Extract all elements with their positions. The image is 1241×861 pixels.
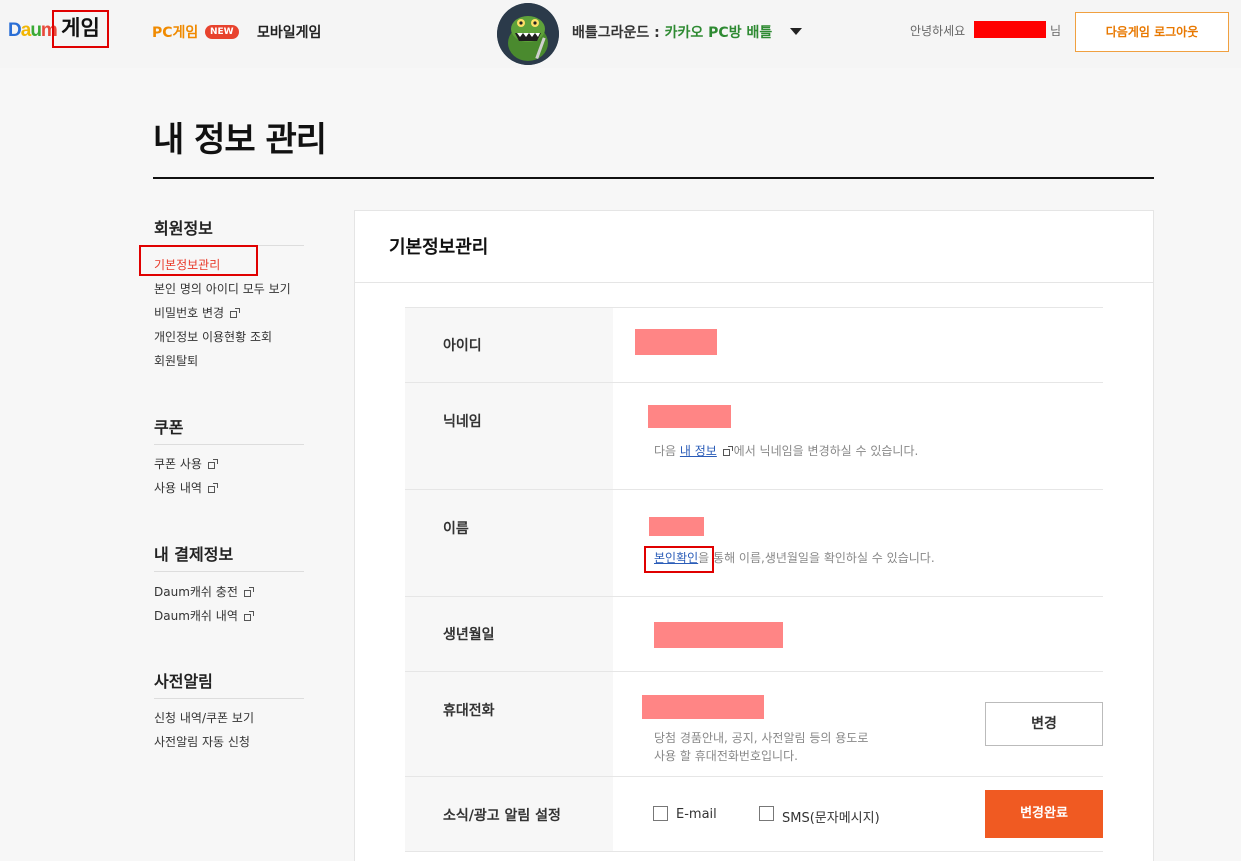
label-name: 이름 — [443, 521, 469, 537]
sidebar-item-cash-history[interactable]: Daum캐쉬 내역 — [154, 607, 254, 624]
label-notify: 소식/광고 알림 설정 — [443, 808, 561, 824]
sidebar-item-coupon-history[interactable]: 사용 내역 — [154, 479, 218, 496]
redacted-phone — [642, 695, 764, 719]
redacted-name — [649, 517, 704, 536]
sidebar-heading-member: 회원정보 — [154, 219, 213, 238]
external-link-icon — [243, 611, 254, 621]
label-nickname: 닉네임 — [443, 414, 482, 430]
row-divider — [405, 851, 1103, 852]
highlight-box — [644, 546, 714, 573]
row-divider — [405, 671, 1103, 672]
daum-logo[interactable]: Daum — [8, 20, 58, 42]
email-checkbox[interactable] — [653, 806, 668, 821]
sidebar-item-cash-charge[interactable]: Daum캐쉬 충전 — [154, 583, 254, 600]
sidebar-item-prereg-auto[interactable]: 사전알림 자동 신청 — [154, 733, 250, 750]
row-divider — [405, 596, 1103, 597]
chevron-down-icon[interactable] — [790, 28, 802, 35]
row-divider — [405, 307, 1103, 308]
panel-divider — [355, 282, 1153, 283]
page-title: 내 정보 관리 — [153, 120, 327, 160]
nav-pc-games[interactable]: PC게임 — [152, 22, 198, 42]
sidebar-heading-payment: 내 결제정보 — [154, 545, 234, 564]
label-id: 아이디 — [443, 338, 482, 354]
phone-hint-line2: 사용 할 휴대전화번호입니다. — [654, 749, 798, 763]
sidebar-item-password[interactable]: 비밀번호 변경 — [154, 304, 241, 321]
redacted-nickname — [648, 405, 731, 428]
nickname-hint: 다음 내 정보 에서 닉네임을 변경하실 수 있습니다. — [654, 444, 919, 458]
row-divider — [405, 382, 1103, 383]
label-phone: 휴대전화 — [443, 703, 495, 719]
external-link-icon — [207, 483, 218, 493]
logout-button[interactable]: 다음게임 로그아웃 — [1075, 12, 1229, 52]
label-column-bg — [405, 307, 613, 851]
sidebar-divider — [154, 698, 304, 699]
sidebar-item-withdraw[interactable]: 회원탈퇴 — [154, 352, 198, 369]
external-link-icon — [207, 459, 218, 469]
change-phone-button[interactable]: 변경 — [985, 702, 1103, 746]
label-birth: 생년월일 — [443, 627, 495, 643]
sidebar-item-prereg-history[interactable]: 신청 내역/쿠폰 보기 — [154, 709, 254, 726]
redacted-username — [974, 21, 1046, 38]
highlight-box — [139, 245, 258, 276]
external-link-icon — [722, 446, 733, 456]
row-divider — [405, 776, 1103, 777]
nav-mobile-games[interactable]: 모바일게임 — [257, 22, 321, 42]
sidebar-heading-prereg: 사전알림 — [154, 672, 213, 691]
sidebar-item-privacy-usage[interactable]: 개인정보 이용현황 조회 — [154, 328, 272, 345]
title-divider — [153, 177, 1154, 179]
submit-button[interactable]: 변경완료 — [985, 790, 1103, 838]
external-link-icon — [243, 587, 254, 597]
sms-checkbox[interactable] — [759, 806, 774, 821]
current-game-name[interactable]: 배틀그라운드 : 카카오 PC방 배틀 — [572, 22, 772, 42]
redacted-birth — [654, 622, 783, 648]
game-avatar[interactable] — [497, 3, 559, 65]
sidebar-item-all-ids[interactable]: 본인 명의 아이디 모두 보기 — [154, 280, 291, 297]
external-link-icon — [230, 308, 241, 318]
row-divider — [405, 489, 1103, 490]
game-logo-text[interactable]: 게임 — [52, 10, 109, 48]
redacted-id — [635, 329, 717, 355]
panel-title: 기본정보관리 — [389, 237, 489, 258]
new-badge: NEW — [205, 25, 239, 39]
greeting-suffix: 님 — [1050, 24, 1062, 38]
my-info-link[interactable]: 내 정보 — [680, 444, 717, 458]
crocodile-avatar-icon — [497, 3, 559, 65]
sidebar-heading-coupon: 쿠폰 — [154, 418, 184, 437]
sms-checkbox-label[interactable]: SMS(문자메시지) — [782, 807, 880, 826]
phone-hint-line1: 당첨 경품안내, 공지, 사전알림 등의 용도로 — [654, 731, 869, 745]
sidebar-item-coupon-use[interactable]: 쿠폰 사용 — [154, 455, 218, 472]
email-checkbox-label[interactable]: E-mail — [676, 807, 717, 822]
sidebar-divider — [154, 444, 304, 445]
sidebar-divider — [154, 571, 304, 572]
greeting-text: 안녕하세요 — [910, 24, 966, 38]
